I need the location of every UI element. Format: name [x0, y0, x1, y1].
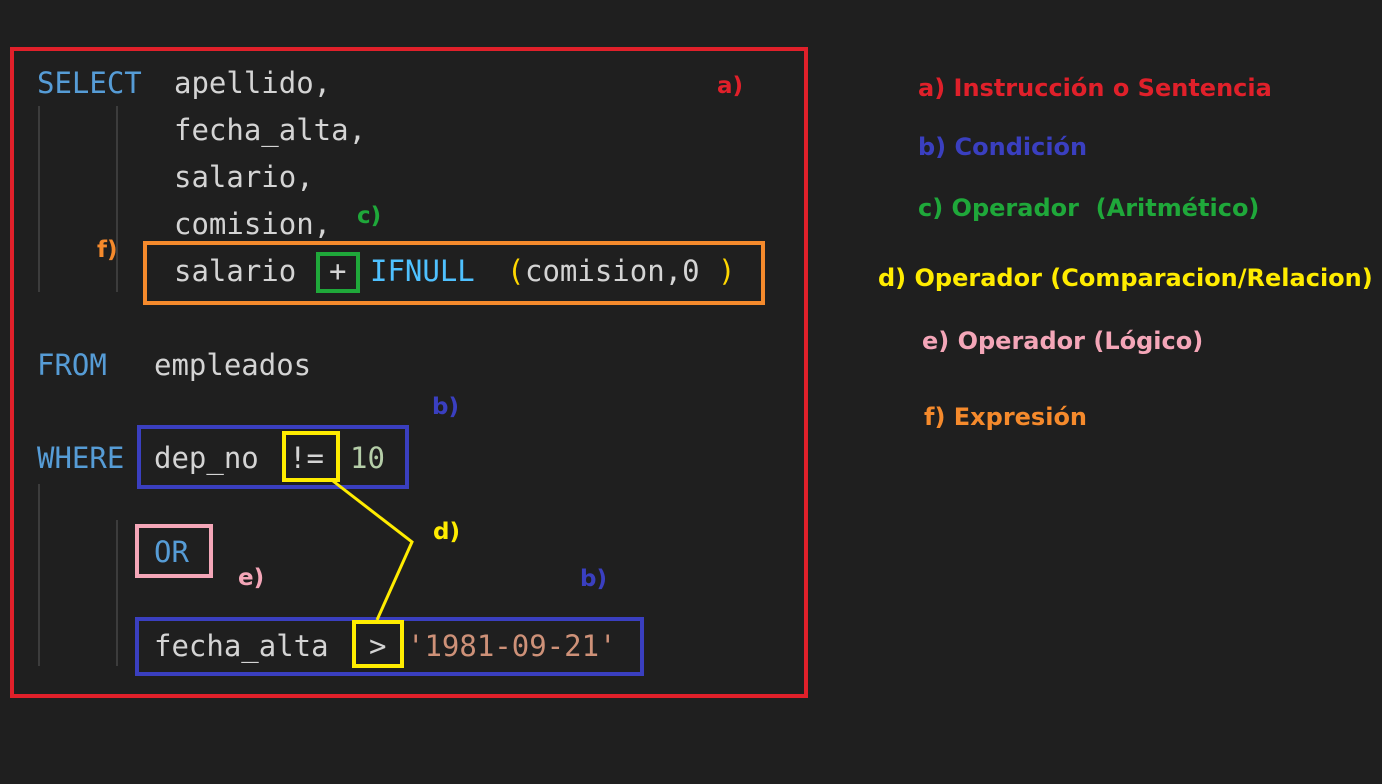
legend-expression: f) Expresión: [924, 403, 1088, 431]
legend-logical-operator: e) Operador (Lógico): [922, 327, 1204, 355]
legend-statement: a) Instrucción o Sentencia: [918, 74, 1272, 102]
condition1-box: [137, 425, 409, 489]
annotation-e: e): [238, 565, 265, 591]
comparison-operator-box-2: [352, 620, 404, 668]
comparison-operator-box-1: [282, 431, 340, 482]
annotation-f: f): [97, 237, 118, 263]
annotation-a: a): [717, 73, 744, 99]
arithmetic-operator-box: [316, 252, 360, 293]
legend-condition: b) Condición: [918, 133, 1088, 161]
annotation-c: c): [357, 203, 382, 229]
annotation-d: d): [433, 519, 460, 545]
expression-box: [143, 241, 765, 305]
logical-operator-box: [135, 524, 213, 578]
annotation-b-2: b): [580, 566, 607, 592]
legend-arithmetic-operator: c) Operador (Aritmético): [918, 194, 1260, 222]
statement-box: [10, 47, 808, 698]
annotation-b-1: b): [432, 394, 459, 420]
legend-comparison-operator: d) Operador (Comparacion/Relacion): [878, 264, 1373, 292]
